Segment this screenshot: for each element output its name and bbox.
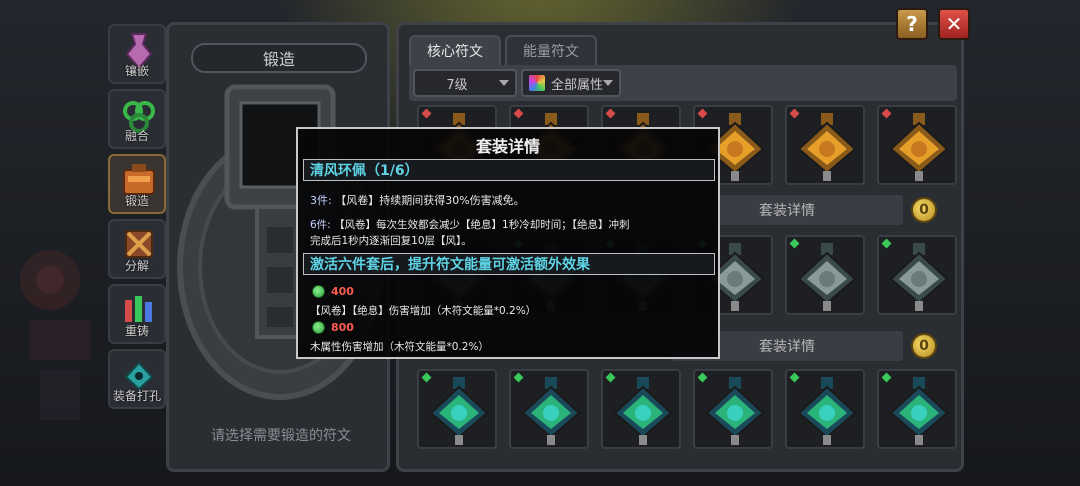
function-nav: 镶嵌 融合 锻造 分解 重铸 装备打孔 [108, 24, 170, 414]
nav-item-decompose[interactable]: 分解 [108, 219, 166, 279]
chevron-down-icon [603, 80, 613, 86]
coin-icon[interactable]: 0 [911, 197, 937, 223]
rune-icon [429, 377, 489, 445]
rune-icon [797, 377, 857, 445]
coin-label: 0 [919, 338, 929, 354]
rune-icon [613, 377, 673, 445]
close-button[interactable]: ✕ [938, 8, 970, 40]
set-name-header: 清风环佩（1/6） [303, 159, 715, 181]
coin-label: 0 [919, 202, 929, 218]
bonus-value: 400 [331, 285, 354, 298]
tab-core-rune[interactable]: 核心符文 [409, 35, 501, 65]
bonus-threshold-1: 400 [312, 285, 354, 298]
wood-energy-icon [312, 285, 325, 298]
nav-label: 装备打孔 [112, 389, 161, 403]
nav-label: 分解 [124, 259, 149, 273]
background-character [20, 250, 90, 420]
set-effect-6: 6件: 【风卷】每次生效都会减少【绝息】1秒冷却时间；【绝息】冲刺 [310, 217, 630, 232]
rune-icon [797, 113, 857, 181]
set-effect-3: 3件: 【风卷】持续期间获得30%伤害减免。 [310, 192, 525, 208]
rune-icon [797, 243, 857, 311]
rune-slot[interactable] [601, 369, 681, 449]
nav-label: 镶嵌 [124, 64, 149, 78]
activate-header: 激活六件套后，提升符文能量可激活额外效果 [303, 253, 715, 275]
nav-label: 重铸 [124, 324, 149, 338]
level-dropdown-value: 7级 [446, 77, 468, 93]
rune-icon [521, 377, 581, 445]
piece-count: 6件: [310, 219, 331, 231]
set-detail-label: 套装详情 [759, 339, 815, 355]
rune-slot[interactable] [877, 369, 957, 449]
bonus-text-2: 木属性伤害增加（木符文能量*0.2%） [310, 341, 489, 353]
bonus-text-1: 【风卷】【绝息】伤害增加（木符文能量*0.2%） [310, 305, 537, 317]
effect-text: 【风卷】每次生效都会减少【绝息】1秒冷却时间；【绝息】冲刺 [334, 219, 630, 231]
rune-slot[interactable] [785, 105, 865, 185]
effect-text: 【风卷】持续期间获得30%伤害减免。 [335, 194, 525, 207]
set-detail-label: 套装详情 [759, 203, 815, 219]
nav-item-fuse[interactable]: 融合 [108, 89, 166, 149]
nav-item-punch[interactable]: 装备打孔 [108, 349, 166, 409]
set-effect-6-continued: 完成后1秒内逐渐回复10层【风】。 [310, 235, 472, 247]
rune-icon [889, 243, 949, 311]
rune-slot[interactable] [417, 369, 497, 449]
rune-tabs: 核心符文 能量符文 [409, 35, 597, 65]
tooltip-title: 套装详情 [475, 137, 540, 156]
rune-icon [889, 377, 949, 445]
wood-energy-icon [312, 321, 325, 334]
rune-slot[interactable] [877, 235, 957, 315]
nav-item-recast[interactable]: 重铸 [108, 284, 166, 344]
nav-item-inlay[interactable]: 镶嵌 [108, 24, 166, 84]
rune-slot[interactable] [509, 369, 589, 449]
chevron-down-icon [499, 80, 509, 86]
forge-title: 锻造 [191, 43, 367, 73]
level-dropdown[interactable]: 7级 [413, 69, 517, 97]
coin-icon[interactable]: 0 [911, 333, 937, 359]
rune-icon [889, 113, 949, 181]
nav-label: 融合 [124, 129, 149, 143]
rune-slot[interactable] [785, 235, 865, 315]
rune-icon [705, 377, 765, 445]
attribute-color-icon [529, 75, 545, 91]
nav-item-forge[interactable]: 锻造 [108, 154, 166, 214]
attribute-dropdown[interactable]: 全部属性 [521, 69, 621, 97]
piece-count: 3件: [310, 194, 332, 207]
bonus-threshold-2: 800 [312, 321, 354, 334]
set-detail-tooltip: 套装详情 清风环佩（1/6） 3件: 【风卷】持续期间获得30%伤害减免。 6件… [296, 127, 720, 359]
filter-bar: 7级 全部属性 [409, 65, 957, 101]
bonus-value: 800 [331, 321, 354, 334]
tab-energy-rune[interactable]: 能量符文 [505, 35, 597, 65]
attribute-dropdown-value: 全部属性 [551, 77, 604, 93]
help-button[interactable]: ? [896, 8, 928, 40]
forge-hint-text: 请选择需要锻造的符文 [211, 428, 351, 444]
nav-label: 锻造 [124, 194, 149, 208]
rune-slot[interactable] [877, 105, 957, 185]
rune-slot[interactable] [693, 369, 773, 449]
rune-slot[interactable] [785, 369, 865, 449]
